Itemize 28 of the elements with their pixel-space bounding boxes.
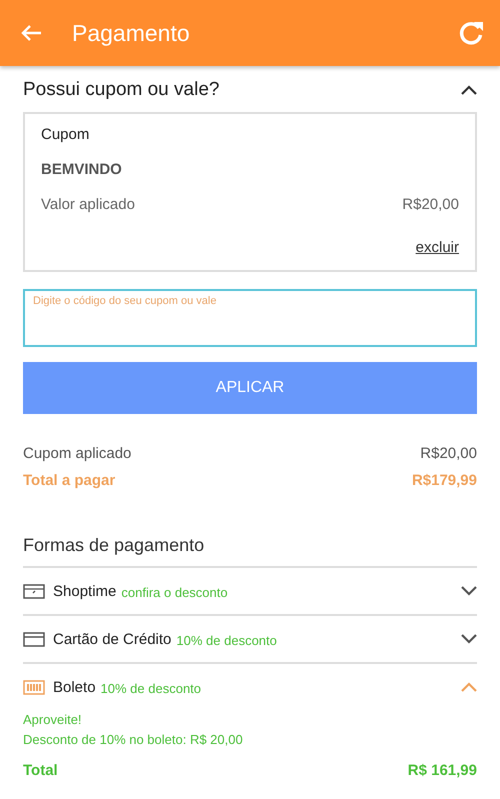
payment-method-name[interactable]: Shoptime: [53, 582, 116, 600]
discount-note: 10% de desconto: [176, 632, 278, 648]
discount-note: 10% de desconto: [100, 680, 202, 696]
remove-link[interactable]: excluir: [416, 239, 459, 256]
summary-label: Cupom aplicado: [23, 445, 132, 462]
section-title: Possui cupom ou vale?: [23, 79, 220, 101]
summary-value: R$20,00: [420, 445, 477, 462]
discount-note: confira o desconto: [121, 584, 229, 600]
applied-value-label: Valor aplicado: [41, 196, 135, 213]
page-title: Pagamento: [72, 20, 191, 46]
barcode-icon: [23, 680, 45, 694]
total-value: R$ 161,99: [408, 762, 477, 779]
payment-method-name[interactable]: Boleto: [53, 678, 96, 696]
credit-card-icon: [23, 632, 45, 646]
coupon-label: Cupom: [41, 126, 90, 143]
section-title: Formas de pagamento: [23, 535, 206, 556]
applied-value: R$20,00: [402, 196, 459, 213]
expand-chevron-icon[interactable]: [461, 634, 477, 644]
expand-chevron-icon[interactable]: [461, 586, 477, 596]
coupon-code: BEMVINDO: [41, 161, 123, 178]
collapse-chevron-icon[interactable]: [461, 85, 477, 95]
summary-value: R$179,99: [412, 472, 477, 489]
summary-label: Total a pagar: [23, 472, 116, 489]
discount-detail: Aproveite!: [23, 711, 83, 729]
voucher-card-icon: [23, 584, 45, 598]
discount-detail: Desconto de 10% no boleto: R$ 20,00: [23, 731, 244, 749]
payment-method-name[interactable]: Cartão de Crédito: [53, 630, 172, 648]
total-label: Total: [23, 762, 58, 779]
